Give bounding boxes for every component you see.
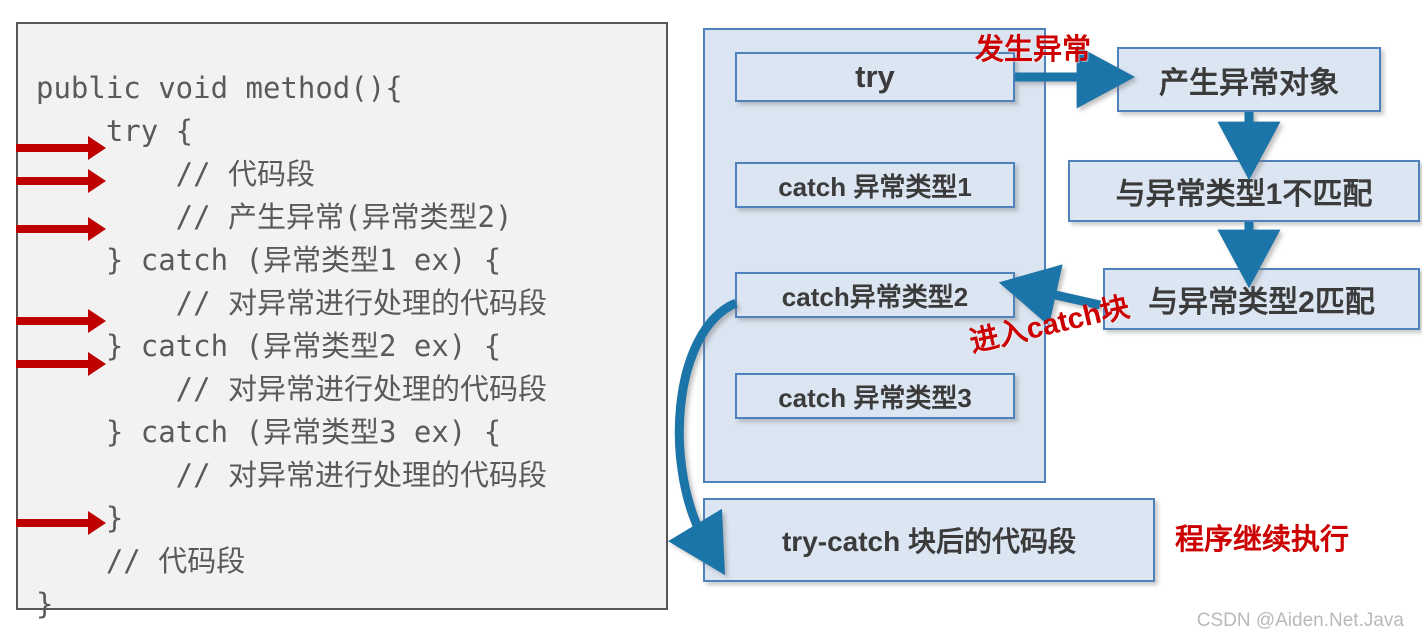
annotation-exception-occurs: 发生异常 <box>975 34 1092 66</box>
arrow-to-catch-type2 <box>16 309 106 333</box>
flow-node-catch-type2[interactable]: catch异常类型2 <box>735 272 1015 318</box>
arrow-to-catch-type1 <box>16 217 106 241</box>
arrow-to-handle-code-type2 <box>16 352 106 376</box>
flow-node-catch-type1[interactable]: catch 异常类型1 <box>735 162 1015 208</box>
arrow-to-code-after-try-catch <box>16 511 106 535</box>
code-snippet-text: public void method(){ try { // 代码段 // 产生… <box>36 71 548 621</box>
flow-node-catch-type3[interactable]: catch 异常类型3 <box>735 373 1015 419</box>
diagram-stage: public void method(){ try { // 代码段 // 产生… <box>0 0 1422 638</box>
arrow-to-code-segment <box>16 136 106 160</box>
flow-node-no-match-type1[interactable]: 与异常类型1不匹配 <box>1068 160 1420 222</box>
watermark: CSDN @Aiden.Net.Java <box>1196 610 1404 631</box>
flow-node-throw-object[interactable]: 产生异常对象 <box>1117 47 1381 112</box>
flow-node-try[interactable]: try <box>735 52 1015 102</box>
annotation-program-continues: 程序继续执行 <box>1175 524 1350 556</box>
flow-node-after-trycatch[interactable]: try-catch 块后的代码段 <box>703 498 1155 582</box>
flow-node-match-type2[interactable]: 与异常类型2匹配 <box>1103 268 1420 330</box>
code-panel: public void method(){ try { // 代码段 // 产生… <box>16 22 668 621</box>
arrow-to-throw-exception <box>16 169 106 193</box>
